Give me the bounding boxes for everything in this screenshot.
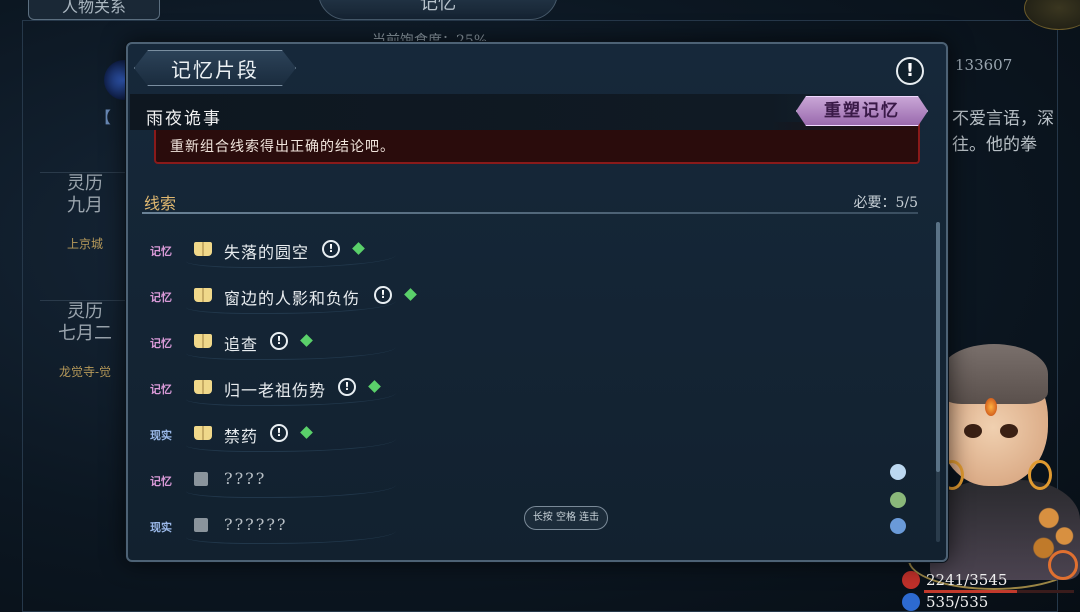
character-eye [1000,424,1018,438]
mp-stat: 535/535 [902,592,1080,612]
clue-item[interactable]: 现实 禁药 ! [142,416,562,452]
info-icon[interactable]: ! [270,424,288,442]
clue-tag: 现实 [150,521,172,534]
info-icon[interactable]: ! [374,286,392,304]
blood-icon [902,571,920,589]
prayer-beads [1028,500,1080,560]
clue-item-locked[interactable]: 现实 ?????? [142,508,562,544]
required-count: 必要：5/5 [853,195,918,211]
earring-icon [1028,460,1052,490]
clue-tag: 记忆 [150,337,172,350]
wind-icon[interactable] [890,518,906,534]
inner-force-icon [902,593,920,611]
green-gem-icon [404,288,417,301]
clue-item[interactable]: 记忆 归一老祖伤势 ! [142,370,562,406]
clue-label: ???? [224,469,267,488]
leaf-icon[interactable] [890,492,906,508]
wave-decoration [186,522,396,544]
card-date-line1: 灵历 [67,173,103,194]
clue-item[interactable]: 记忆 失落的圆空 ! [142,232,562,268]
clues-heading: 线索 [144,194,177,213]
divider [142,212,918,214]
character-hair [940,344,1048,404]
clue-label: ?????? [224,515,288,534]
memory-name: 雨夜诡事 [146,109,222,129]
hint-text: 重新组合线索得出正确的结论吧。 [170,139,395,155]
clue-label: 禁药 [224,427,259,446]
open-book-icon [194,426,212,440]
open-book-icon [194,334,212,348]
open-book-icon [194,380,212,394]
bio-text-line2: 往。他的拳 [952,135,1037,155]
scrollbar[interactable] [936,222,940,542]
reshape-memory-button[interactable]: 重塑记忆 [796,96,928,126]
clue-tag: 记忆 [150,245,172,258]
memory-fragment-panel: 记忆片段 ! 重新组合线索得出正确的结论吧。 雨夜诡事 重塑记忆 线索 必要：5… [126,42,948,562]
water-drop-icon[interactable] [890,464,906,480]
clue-label: 归一老祖伤势 [224,381,327,400]
bracket-text: 【 [95,108,112,127]
clue-tag: 记忆 [150,383,172,396]
card-location: 上京城 [66,237,103,251]
clue-tag: 记忆 [150,475,172,488]
wave-decoration [186,338,396,360]
clue-label: 追查 [224,335,259,354]
info-icon[interactable]: ! [338,378,356,396]
wave-decoration [186,430,396,452]
clue-item-locked[interactable]: 记忆 ???? [142,462,562,498]
player-id: 133607 [955,56,1013,74]
clue-tag: 记忆 [150,291,172,304]
clue-tag: 现实 [150,429,172,442]
timeline-card[interactable]: 灵历 七月二 龙觉寺-觉 [40,300,130,422]
open-book-icon [194,242,212,256]
card-date-line2: 七月二 [58,323,112,344]
clue-label: 失落的圆空 [224,243,310,262]
character-eye [964,424,982,438]
clue-item[interactable]: 记忆 窗边的人影和负伤 ! [142,278,562,314]
mp-value: 535/535 [926,593,989,611]
timeline-card[interactable]: 灵历 九月 上京城 [40,172,130,294]
tab-memory[interactable]: 记忆 [318,0,558,20]
hp-value: 2241/3545 [926,571,1008,589]
card-date-line2: 九月 [67,195,103,216]
closed-book-icon [194,472,208,486]
bio-text-line1: 不爱言语，深 [952,109,1054,129]
wave-decoration [186,476,396,498]
panel-title: 记忆片段 [134,50,296,86]
card-location: 龙觉寺-觉 [58,365,112,379]
closed-book-icon [194,518,208,532]
info-icon[interactable]: ! [322,240,340,258]
forehead-jewel-icon [985,398,997,416]
scrollbar-thumb[interactable] [936,222,940,472]
clue-label: 窗边的人影和负伤 [224,289,361,308]
hold-space-button[interactable]: 长按 空格 连击 [524,506,608,530]
hp-stat: 2241/3545 [902,570,1080,593]
clue-item[interactable]: 记忆 追查 ! [142,324,562,360]
card-date-line1: 灵历 [67,301,103,322]
open-book-icon [194,288,212,302]
info-icon[interactable]: ! [896,57,924,85]
tab-relationships[interactable]: 人物关系 [28,0,160,20]
info-icon[interactable]: ! [270,332,288,350]
